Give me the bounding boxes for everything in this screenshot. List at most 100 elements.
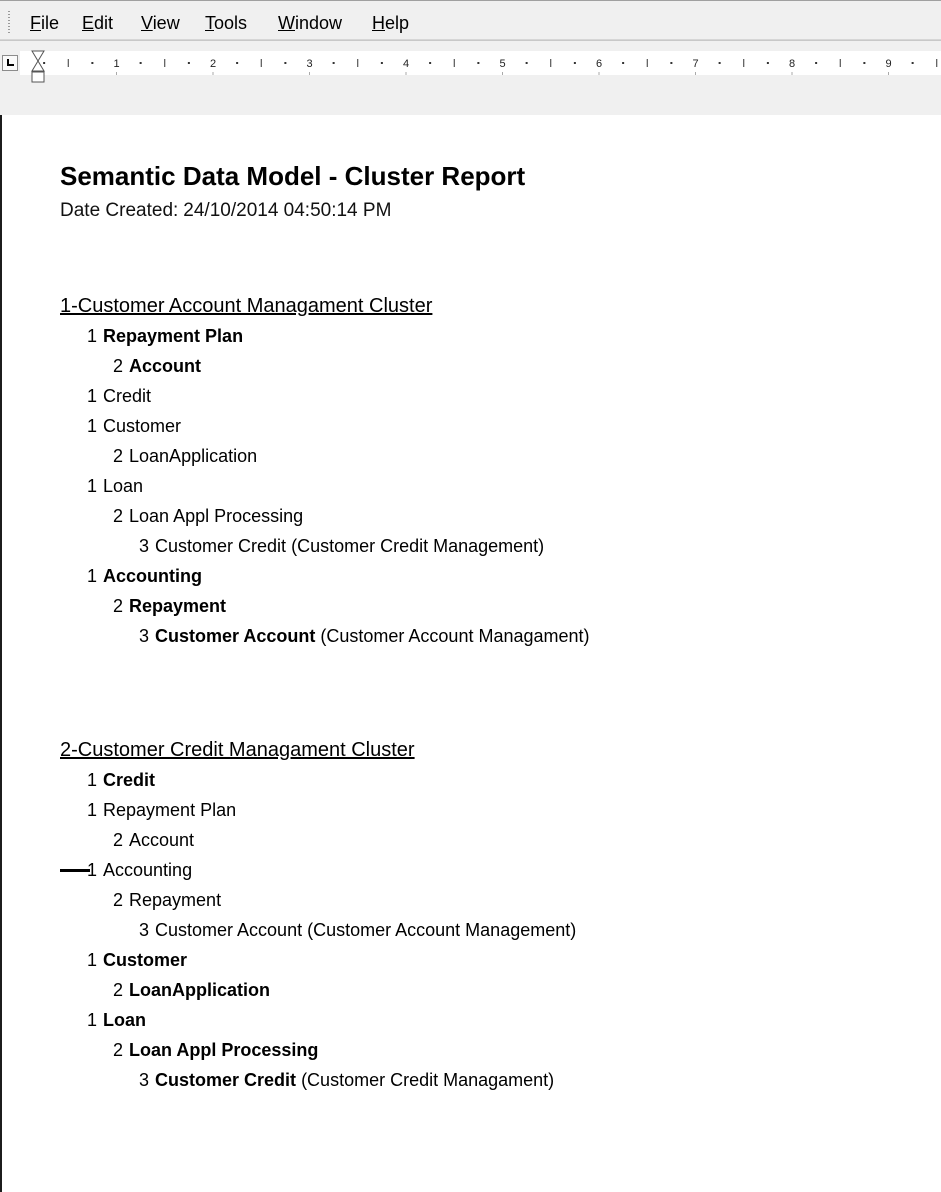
- ruler-dot: [91, 62, 94, 64]
- menu-window[interactable]: Window: [278, 13, 342, 33]
- ruler-tick: [839, 59, 841, 67]
- tree-row: 1 Loan: [60, 471, 590, 501]
- ruler-tick: [453, 59, 455, 67]
- tree-node-name: Repayment: [129, 596, 227, 616]
- tree-level-number: 2: [113, 980, 124, 1000]
- tree-row: 2 Loan Appl Processing: [60, 501, 590, 531]
- ruler-tick: [936, 59, 938, 67]
- ruler-dot: [573, 62, 576, 64]
- tree-row: 1 Credit: [60, 765, 576, 795]
- tree-node-name: Repayment Plan: [103, 326, 244, 346]
- ruler-tick: [743, 59, 745, 67]
- horizontal-ruler[interactable]: 1234567891011: [20, 51, 941, 75]
- tree-node-name: Repayment Plan: [103, 800, 237, 820]
- ruler-label: 9: [885, 58, 891, 70]
- ruler-dot: [863, 62, 866, 64]
- tree-level-number: 2: [113, 446, 124, 466]
- document-page: Semantic Data Model - Cluster Report Dat…: [0, 115, 941, 1192]
- tree-node-cluster-ref: (Customer Account Managament): [320, 626, 590, 646]
- tree-level-number: 1: [87, 476, 98, 496]
- tree-node-cluster-ref: (Customer Credit Management): [291, 536, 545, 556]
- ruler-guide-tick: [888, 72, 889, 75]
- ruler-dot: [766, 62, 769, 64]
- tree-node-name: LoanApplication: [129, 980, 271, 1000]
- tree-node-name: Loan: [103, 1010, 147, 1030]
- tree-node-cluster-ref: (Customer Credit Managament): [301, 1070, 555, 1090]
- ruler-guide-tick: [791, 72, 793, 75]
- tree-node-name: Customer: [103, 950, 188, 970]
- menu-help[interactable]: Help: [372, 13, 409, 33]
- tree-node-name: LoanApplication: [129, 446, 258, 466]
- tree-row: 1 Accounting: [60, 855, 576, 885]
- ruler-dot: [429, 62, 432, 64]
- tree-node-name: Loan Appl Processing: [129, 1040, 319, 1060]
- menu-bar: File Edit View Tools Window Help: [0, 0, 941, 40]
- tree-row: 3 Customer Credit (Customer Credit Managa…: [60, 1065, 576, 1095]
- ruler-bar: 1234567891011: [0, 40, 941, 116]
- toolbar-grip[interactable]: [8, 11, 10, 35]
- tree-row: 2 Repayment: [60, 591, 590, 621]
- tree-node-name: Account: [129, 356, 202, 376]
- tree-level-number: 2: [113, 356, 124, 376]
- tree-row: 1 Loan: [60, 1005, 576, 1035]
- ruler-scale: 1234567891011: [43, 58, 938, 75]
- end-of-document-marker: [60, 869, 90, 872]
- tree-node-name: Credit: [103, 770, 156, 790]
- menu-tools[interactable]: Tools: [205, 13, 247, 33]
- menu-edit[interactable]: Edit: [82, 13, 113, 33]
- date-created: Date Created: 24/10/2014 04:50:14 PM: [60, 200, 391, 222]
- tree-node-name: Loan Appl Processing: [129, 506, 304, 526]
- cluster-title: 1-Customer Account Managament Cluster: [60, 295, 433, 317]
- date-label: Date Created:: [60, 200, 179, 221]
- ruler-dot: [187, 62, 190, 64]
- tree-row: 1 Customer: [60, 411, 590, 441]
- ruler-dot: [380, 62, 383, 64]
- tree-level-number: 3: [139, 626, 150, 646]
- tree-node-name: Account: [129, 830, 195, 850]
- ruler-label: 5: [499, 58, 505, 70]
- tree-level-number: 1: [87, 800, 98, 820]
- cluster-title: 2-Customer Credit Managament Cluster: [60, 739, 415, 761]
- ruler-dot: [477, 62, 480, 64]
- tab-stop-selector-icon[interactable]: [2, 55, 18, 71]
- tree-row: 1 Customer: [60, 945, 576, 975]
- ruler-tick: [550, 59, 552, 67]
- tree-level-number: 1: [87, 416, 98, 436]
- tree-node-name: Repayment: [129, 890, 222, 910]
- ruler-tick: [67, 59, 69, 67]
- ruler-dot: [718, 62, 721, 64]
- tree-node-name: Customer Account: [155, 920, 303, 940]
- tree-node-cluster-ref: (Customer Account Management): [307, 920, 577, 940]
- ruler-guide-tick: [695, 72, 696, 75]
- ruler-dot: [815, 62, 818, 64]
- ruler-label: 7: [692, 58, 698, 70]
- tree-node-name: Accounting: [103, 860, 193, 880]
- ruler-dot: [670, 62, 673, 64]
- tree-level-number: 2: [113, 506, 124, 526]
- tree-node-name: Credit: [103, 386, 152, 406]
- ruler-guide-tick: [405, 72, 407, 75]
- indent-marker-icon[interactable]: [31, 50, 45, 86]
- tree-level-number: 2: [113, 830, 124, 850]
- cluster-section: 2-Customer Credit Managament Cluster 1 Cr…: [60, 735, 576, 1095]
- tree-node-name: Customer Credit: [155, 1070, 297, 1090]
- ruler-tick: [357, 59, 359, 67]
- menu-file[interactable]: File: [30, 13, 59, 33]
- tree-level-number: 2: [113, 890, 124, 910]
- ruler-label: 6: [596, 58, 602, 70]
- tree-node-name: Customer Credit: [155, 536, 287, 556]
- menu-view[interactable]: View: [141, 13, 180, 33]
- tree-level-number: 1: [87, 326, 98, 346]
- tree-level-number: 2: [113, 1040, 124, 1060]
- tree-row: 2 LoanApplication: [60, 441, 590, 471]
- ruler-dot: [139, 62, 142, 64]
- ruler-guide-tick: [212, 72, 214, 75]
- tree-row: 2 Account: [60, 825, 576, 855]
- tree-level-number: 1: [87, 1010, 98, 1030]
- tree-row: 2 Loan Appl Processing: [60, 1035, 576, 1065]
- tree-row: 2 LoanApplication: [60, 975, 576, 1005]
- ruler-guide-tick: [598, 72, 600, 75]
- ruler-dot: [236, 62, 239, 64]
- ruler-dot: [332, 62, 335, 64]
- ruler-dot: [525, 62, 528, 64]
